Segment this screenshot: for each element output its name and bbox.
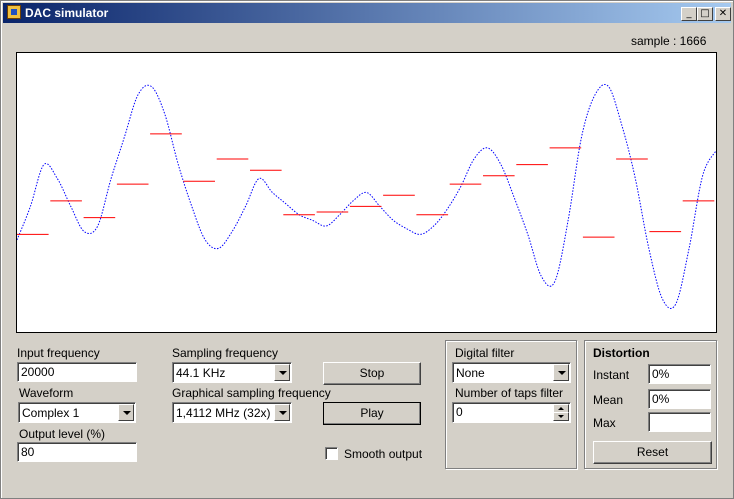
output-level-label: Output level (%) [19, 427, 106, 441]
sampling-frequency-value: 44.1 KHz [176, 366, 226, 380]
instant-field[interactable]: 0% [648, 364, 711, 384]
output-level-field[interactable]: 80 [17, 442, 137, 462]
minimize-icon: _ [686, 8, 692, 19]
maximize-button[interactable]: □ [697, 7, 713, 21]
graphical-sampling-select[interactable]: 1,4112 MHz (32x) [172, 402, 292, 423]
output-level-value: 80 [21, 445, 35, 459]
reset-button[interactable]: Reset [593, 441, 712, 464]
digital-filter-label: Digital filter [455, 346, 515, 360]
mean-label: Mean [593, 393, 624, 407]
max-field[interactable] [648, 412, 711, 432]
minimize-button[interactable]: _ [681, 7, 697, 21]
close-icon: ✕ [718, 8, 728, 19]
smooth-output-label[interactable]: Smooth output [344, 447, 422, 461]
stop-button[interactable]: Stop [323, 362, 421, 385]
sampling-frequency-label: Sampling frequency [172, 346, 279, 360]
sampling-frequency-select[interactable]: 44.1 KHz [172, 362, 292, 383]
signal-display [16, 52, 717, 333]
chevron-down-icon[interactable] [118, 404, 134, 421]
smooth-output-checkbox[interactable] [325, 447, 338, 460]
spinner-buttons[interactable] [553, 404, 569, 421]
signal-plot [17, 83, 716, 309]
title-bar[interactable]: DAC simulator _ □ ✕ [3, 3, 731, 23]
taps-filter-value: 0 [456, 405, 463, 419]
spin-down-icon[interactable] [553, 412, 569, 421]
graphical-sampling-value: 1,4112 MHz (32x) [176, 406, 271, 420]
play-button[interactable]: Play [323, 402, 421, 425]
waveform-label: Waveform [19, 386, 74, 400]
mean-field[interactable]: 0% [648, 389, 711, 409]
chevron-down-icon[interactable] [274, 364, 290, 381]
signal-series-line [17, 83, 716, 309]
waveform-select[interactable]: Complex 1 [18, 402, 136, 423]
close-button[interactable]: ✕ [715, 7, 731, 21]
window-title: DAC simulator [25, 6, 109, 20]
reset-button-label: Reset [636, 445, 669, 459]
instant-label: Instant [593, 368, 630, 382]
stop-button-label: Stop [359, 366, 385, 380]
input-frequency-value: 20000 [21, 365, 55, 379]
graphical-sampling-label: Graphical sampling frequency [172, 386, 331, 400]
maximize-icon: □ [700, 8, 710, 19]
input-frequency-field[interactable]: 20000 [17, 362, 137, 382]
taps-filter-spinner[interactable]: 0 [452, 402, 571, 423]
chevron-down-icon[interactable] [274, 404, 290, 421]
chevron-down-icon[interactable] [553, 364, 569, 381]
app-icon [7, 5, 21, 19]
instant-value: 0% [652, 367, 670, 381]
input-frequency-label: Input frequency [17, 346, 100, 360]
max-label: Max [593, 416, 616, 430]
digital-filter-select[interactable]: None [452, 362, 571, 383]
mean-value: 0% [652, 392, 670, 406]
dac-simulator-window: DAC simulator _ □ ✕ sample : 1666 Input … [0, 0, 734, 499]
taps-filter-label: Number of taps filter [455, 386, 564, 400]
waveform-value: Complex 1 [22, 406, 80, 420]
digital-filter-value: None [456, 366, 485, 380]
play-button-label: Play [360, 406, 384, 420]
sample-counter: sample : 1666 [631, 34, 707, 48]
distortion-title: Distortion [593, 346, 650, 360]
